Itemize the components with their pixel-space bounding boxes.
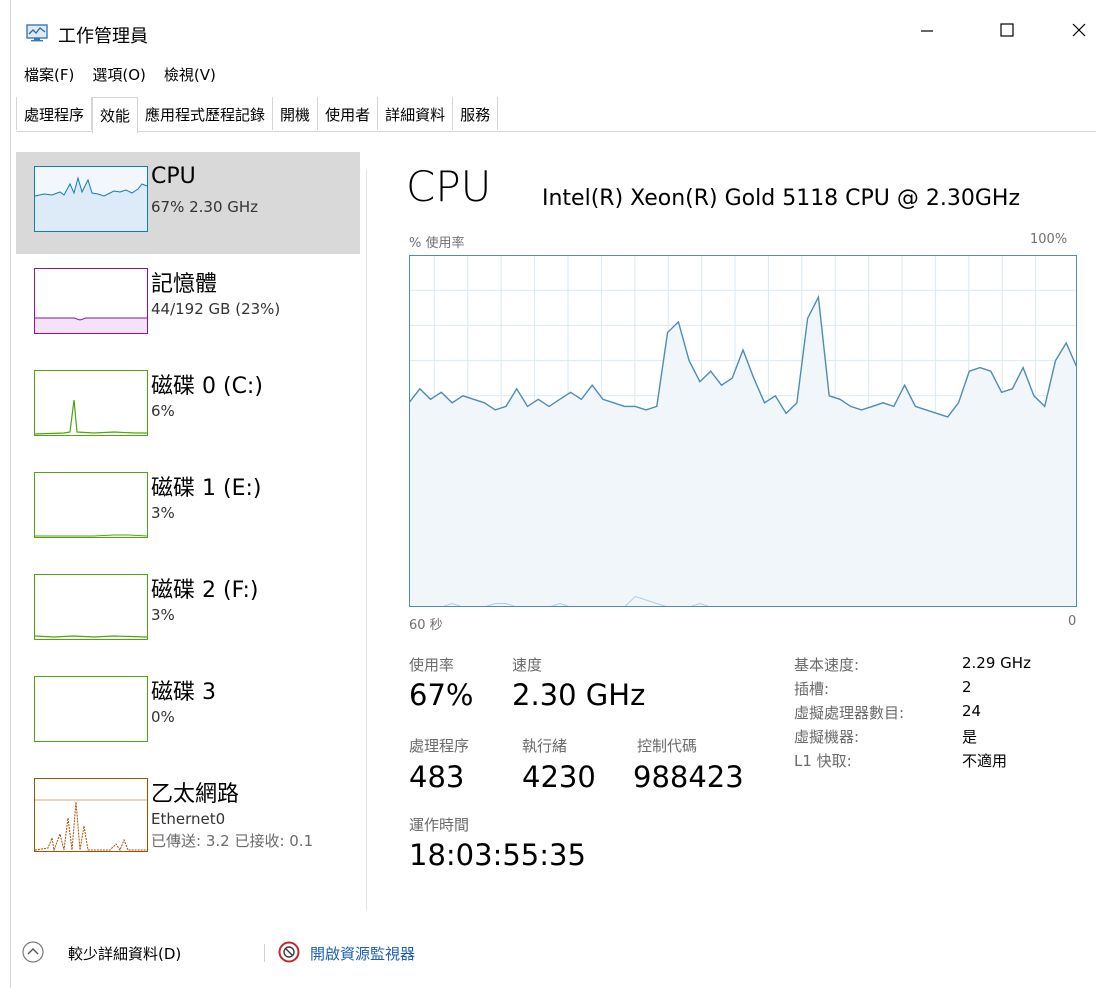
- tab-users[interactable]: 使用者: [318, 97, 379, 130]
- max-axis-label: 100%: [1030, 232, 1068, 247]
- sockets-value: 2: [962, 678, 972, 696]
- sidebar-item-title: CPU: [151, 164, 196, 189]
- tab-performance[interactable]: 效能: [92, 97, 139, 134]
- sockets-label: 插槽:: [794, 680, 830, 698]
- sidebar-item-title: 記憶體: [151, 272, 218, 297]
- cpu-thumbnail-graph: [34, 166, 148, 232]
- sidebar-item-disk3[interactable]: 磁碟 3 0%: [16, 662, 360, 764]
- memory-thumbnail-graph: [34, 268, 148, 334]
- cpu-thumbnail-svg: [34, 166, 148, 232]
- sidebar-item-title: 乙太網路: [151, 782, 240, 807]
- sidebar-item-cpu[interactable]: CPU 67% 2.30 GHz: [16, 152, 360, 254]
- task-manager-window: 工作管理員 檔案(F) 選項(O) 檢視(V) 處理程序 效能 應用程式歷程記錄…: [0, 0, 1099, 988]
- threads-label: 執行緒: [522, 737, 568, 755]
- virtual-machine-value: 是: [962, 728, 978, 746]
- task-manager-icon: [26, 24, 48, 42]
- cpu-usage-graph: [409, 255, 1077, 607]
- sidebar-item-memory[interactable]: 記憶體 44/192 GB (23%): [16, 254, 360, 356]
- resource-sidebar: CPU 67% 2.30 GHz 記憶體 44/192 GB (23%) 磁碟 …: [16, 152, 360, 866]
- sidebar-item-title: 磁碟 0 (C:): [151, 374, 263, 399]
- sidebar-item-subtitle: 67% 2.30 GHz: [151, 198, 259, 216]
- l1-cache-value: 不適用: [962, 752, 1008, 770]
- sidebar-item-disk1[interactable]: 磁碟 1 (E:) 3%: [16, 458, 360, 560]
- cpu-model-name: Intel(R) Xeon(R) Gold 5118 CPU @ 2.30GHz: [542, 186, 1021, 211]
- ethernet-thumbnail-graph: [34, 778, 148, 852]
- virtual-machine-label: 虛擬機器:: [794, 728, 860, 746]
- maximize-icon: [1000, 23, 1014, 37]
- utilization-label: 使用率: [409, 656, 455, 674]
- minimize-icon: [921, 30, 933, 32]
- tab-bar: 處理程序 效能 應用程式歷程記錄 開機 使用者 詳細資料 服務: [16, 97, 1096, 134]
- footer-bar: 較少詳細資料(D) 開啟資源監視器: [22, 932, 522, 972]
- sidebar-item-subtitle: 3%: [151, 504, 175, 522]
- utilization-value: 67%: [409, 678, 474, 712]
- disk3-thumbnail-graph: [34, 676, 148, 742]
- menu-options[interactable]: 選項(O): [90, 64, 148, 88]
- window-border: [10, 0, 11, 988]
- time-axis-label: 60 秒: [409, 618, 443, 633]
- window-title: 工作管理員: [58, 26, 148, 47]
- processes-label: 處理程序: [409, 737, 470, 755]
- virtual-processors-label: 虛擬處理器數目:: [794, 704, 905, 722]
- title-bar[interactable]: 工作管理員: [0, 0, 1099, 58]
- disk2-thumbnail-graph: [34, 574, 148, 640]
- open-resource-monitor-link[interactable]: 開啟資源監視器: [310, 943, 415, 964]
- maximize-button[interactable]: [984, 10, 1030, 50]
- menu-file[interactable]: 檔案(F): [22, 64, 76, 88]
- tab-details[interactable]: 詳細資料: [378, 97, 454, 130]
- processes-value: 483: [409, 760, 465, 794]
- close-button[interactable]: [1056, 10, 1099, 50]
- sidebar-item-throughput: 已傳送: 3.2 已接收: 0.1: [151, 832, 314, 850]
- l1-cache-label: L1 快取:: [794, 752, 852, 770]
- speed-label: 速度: [512, 656, 543, 674]
- page-title: CPU: [406, 162, 492, 211]
- usage-axis-label: % 使用率: [409, 236, 465, 251]
- ethernet-thumbnail-svg: [34, 778, 148, 852]
- speed-value: 2.30 GHz: [512, 678, 646, 712]
- sidebar-item-disk0[interactable]: 磁碟 0 (C:) 6%: [16, 356, 360, 458]
- sidebar-item-disk2[interactable]: 磁碟 2 (F:) 3%: [16, 560, 360, 662]
- sidebar-item-title: 磁碟 1 (E:): [151, 476, 262, 501]
- chevron-up-circle-icon[interactable]: [22, 941, 44, 963]
- disk1-thumbnail-svg: [34, 472, 148, 538]
- sidebar-item-subtitle: 6%: [151, 402, 175, 420]
- sidebar-item-title: 磁碟 3: [151, 680, 216, 705]
- menu-view[interactable]: 檢視(V): [162, 64, 218, 88]
- sidebar-item-title: 磁碟 2 (F:): [151, 578, 259, 603]
- uptime-value: 18:03:55:35: [409, 838, 586, 872]
- footer-separator: [264, 944, 265, 962]
- disk1-thumbnail-graph: [34, 472, 148, 538]
- tab-processes[interactable]: 處理程序: [16, 97, 93, 130]
- uptime-label: 運作時間: [409, 816, 470, 834]
- threads-value: 4230: [522, 760, 596, 794]
- sidebar-item-subtitle: 3%: [151, 606, 175, 624]
- close-icon: [1072, 23, 1086, 37]
- menu-bar: 檔案(F) 選項(O) 檢視(V): [22, 64, 218, 88]
- handles-value: 988423: [633, 760, 744, 794]
- virtual-processors-value: 24: [962, 702, 982, 720]
- resource-monitor-icon[interactable]: [278, 941, 300, 963]
- sidebar-item-ethernet[interactable]: 乙太網路 Ethernet0 已傳送: 3.2 已接收: 0.1: [16, 764, 360, 866]
- disk3-thumbnail-svg: [34, 676, 148, 742]
- fewer-details-link[interactable]: 較少詳細資料(D): [68, 943, 181, 964]
- sidebar-item-subtitle: Ethernet0: [151, 810, 226, 828]
- base-speed-label: 基本速度:: [794, 656, 860, 674]
- min-axis-label: 0: [1068, 614, 1077, 629]
- sidebar-item-subtitle: 44/192 GB (23%): [151, 300, 281, 318]
- sidebar-item-subtitle: 0%: [151, 708, 175, 726]
- tab-app-history[interactable]: 應用程式歷程記錄: [138, 97, 274, 130]
- tab-services[interactable]: 服務: [453, 97, 499, 130]
- minimize-button[interactable]: [904, 10, 950, 50]
- handles-label: 控制代碼: [637, 737, 698, 755]
- disk0-thumbnail-graph: [34, 370, 148, 436]
- disk2-thumbnail-svg: [34, 574, 148, 640]
- memory-thumbnail-svg: [34, 268, 148, 334]
- tab-startup[interactable]: 開機: [273, 97, 319, 130]
- pane-divider: [366, 170, 367, 910]
- disk0-thumbnail-svg: [34, 370, 148, 436]
- base-speed-value: 2.29 GHz: [962, 654, 1031, 672]
